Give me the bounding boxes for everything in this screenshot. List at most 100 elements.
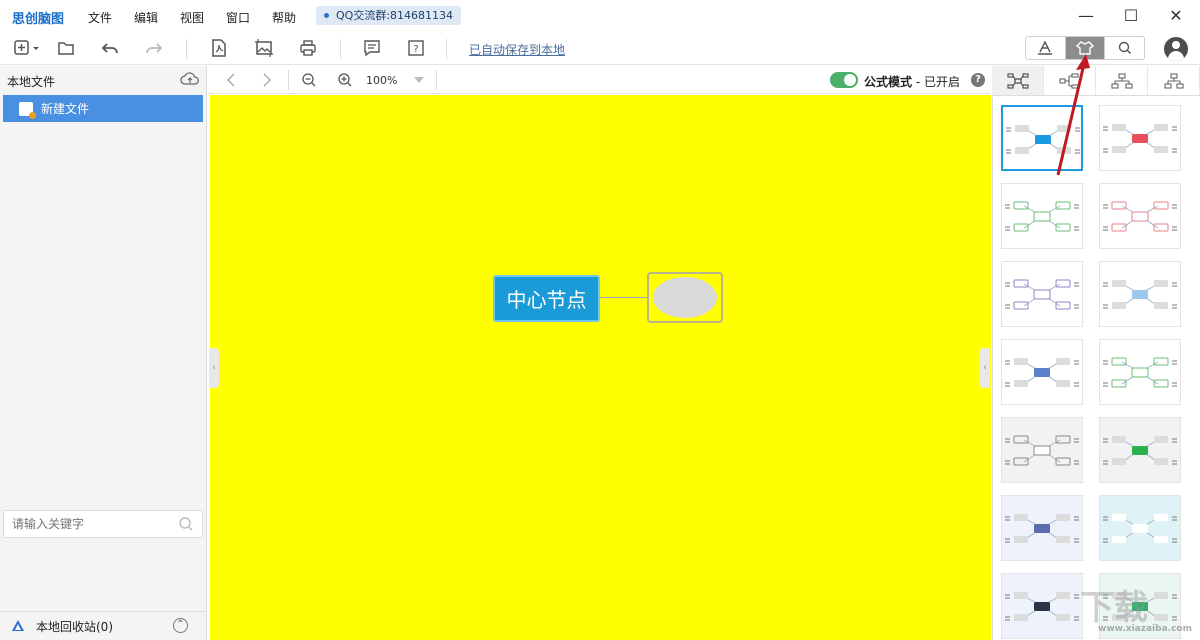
shirt-icon <box>1076 41 1094 55</box>
image-icon <box>255 39 273 57</box>
chevron-up-icon[interactable]: ⌃ <box>173 618 188 633</box>
cloud-sync-icon[interactable] <box>180 71 200 87</box>
menu-file[interactable]: 文件 <box>88 9 134 26</box>
theme-preview-icon <box>1005 592 1079 621</box>
org-chart-icon <box>1110 72 1133 89</box>
menu-help[interactable]: 帮助 <box>272 9 318 26</box>
theme-preview-icon <box>1103 201 1177 232</box>
theme-panel <box>992 97 1200 640</box>
print-button[interactable] <box>296 37 320 59</box>
layout-tabs <box>992 66 1200 96</box>
zoom-in-icon <box>338 73 352 87</box>
theme-thumbnail[interactable] <box>1001 495 1083 561</box>
menu-edit[interactable]: 编辑 <box>134 9 180 26</box>
search-icon <box>1118 41 1131 55</box>
layout-tab-org[interactable] <box>1096 66 1148 95</box>
title-bar: 思创脑图 文件 编辑 视图 窗口 帮助 QQ交流群:814681134 — ☐ … <box>0 0 1200 33</box>
watermark-text: 下载 <box>1080 588 1148 628</box>
layout-tab-tree[interactable] <box>1148 66 1200 95</box>
layout-tab-mindmap[interactable] <box>992 66 1044 95</box>
folder-icon <box>58 42 74 55</box>
theme-thumbnail[interactable] <box>1099 261 1181 327</box>
node-connector <box>600 297 648 298</box>
help-icon[interactable]: ? <box>971 73 985 87</box>
toolbar-divider <box>436 70 437 90</box>
recycle-bin[interactable]: 本地回收站(0) ⌃ <box>0 611 207 640</box>
left-panel: 本地文件 新建文件 <box>0 66 207 640</box>
theme-thumbnail[interactable] <box>1099 339 1181 405</box>
export-pdf-button[interactable] <box>207 37 231 59</box>
theme-thumbnail[interactable] <box>1001 183 1083 249</box>
comment-button[interactable] <box>360 37 384 59</box>
redo-icon <box>146 43 163 54</box>
close-button[interactable]: ✕ <box>1163 5 1189 27</box>
search-input[interactable] <box>3 510 203 538</box>
zoom-dropdown-icon[interactable] <box>414 77 424 83</box>
mindmap-file-icon <box>19 101 36 119</box>
new-file-button[interactable] <box>12 37 42 59</box>
zoom-in-button[interactable] <box>334 69 356 91</box>
new-file-icon <box>14 40 39 55</box>
mindmap-canvas[interactable] <box>210 95 991 640</box>
center-node[interactable]: 中心节点 <box>493 275 600 322</box>
maximize-button[interactable]: ☐ <box>1118 5 1144 27</box>
layout-tab-right[interactable] <box>1044 66 1096 95</box>
watermark: 下载 www.xiazaiba.com <box>1080 580 1195 640</box>
theme-thumbnail[interactable] <box>1099 183 1181 249</box>
export-image-button[interactable] <box>252 37 276 59</box>
file-item-label: 新建文件 <box>41 102 90 116</box>
collapse-right-handle[interactable]: ‹ <box>980 348 990 388</box>
collapse-left-handle[interactable]: ‹ <box>209 348 219 388</box>
open-folder-button[interactable] <box>54 37 78 59</box>
menu-window[interactable]: 窗口 <box>226 9 272 26</box>
theme-thumbnail[interactable] <box>1001 417 1083 483</box>
local-files-header: 本地文件 <box>7 75 56 89</box>
back-button[interactable] <box>220 69 242 91</box>
search-tab[interactable] <box>1105 37 1144 59</box>
recycle-bin-row[interactable]: 本地回收站(0) ⌃ <box>0 611 207 640</box>
theme-thumbnail[interactable] <box>1099 495 1181 561</box>
child-node[interactable] <box>647 272 723 323</box>
help-doc-button[interactable]: ? <box>404 37 428 59</box>
text-style-icon <box>1038 41 1053 55</box>
theme-tab[interactable] <box>1065 37 1106 59</box>
qq-group-badge[interactable]: QQ交流群:814681134 <box>316 6 462 25</box>
zoom-out-button[interactable] <box>298 69 320 91</box>
theme-thumbnail[interactable] <box>1001 339 1083 405</box>
menu-view[interactable]: 视图 <box>180 9 226 26</box>
undo-button[interactable] <box>98 37 122 59</box>
theme-preview-icon <box>1005 279 1079 310</box>
theme-preview-icon <box>1103 280 1177 309</box>
formula-mode-status: - 已开启 <box>912 75 960 89</box>
theme-preview-icon <box>1103 436 1177 465</box>
question-icon: ? <box>408 40 424 56</box>
toolbar-divider <box>186 39 187 59</box>
user-avatar[interactable] <box>1164 37 1188 61</box>
pdf-icon <box>212 39 226 57</box>
theme-thumbnail[interactable] <box>1001 573 1083 639</box>
theme-preview-icon <box>1005 201 1079 232</box>
theme-preview-icon <box>1005 514 1079 543</box>
formula-mode-text: 公式模式 - 已开启 <box>864 73 960 90</box>
formula-mode-toggle[interactable] <box>830 72 858 88</box>
forward-button[interactable] <box>256 69 278 91</box>
chevron-right-icon <box>263 73 272 87</box>
theme-preview-icon <box>1103 124 1177 153</box>
zoom-out-icon <box>302 73 316 87</box>
toolbar-divider <box>288 70 289 90</box>
right-layout-icon <box>1058 72 1079 89</box>
theme-preview-icon <box>1005 358 1079 387</box>
style-tab[interactable] <box>1026 37 1066 59</box>
autosave-link[interactable]: 已自动保存到本地 <box>469 41 565 58</box>
theme-thumbnail[interactable] <box>1001 261 1083 327</box>
theme-thumbnail[interactable] <box>1099 105 1181 171</box>
search-icon[interactable] <box>178 516 194 532</box>
file-item-new[interactable]: 新建文件 <box>3 95 203 122</box>
theme-thumbnail[interactable] <box>1099 417 1181 483</box>
recycle-icon <box>12 620 24 631</box>
redo-button[interactable] <box>142 37 166 59</box>
zoom-level[interactable]: 100% <box>366 74 397 87</box>
toolbar-divider <box>446 39 447 59</box>
theme-thumbnail[interactable] <box>1001 105 1083 171</box>
minimize-button[interactable]: — <box>1073 5 1099 27</box>
